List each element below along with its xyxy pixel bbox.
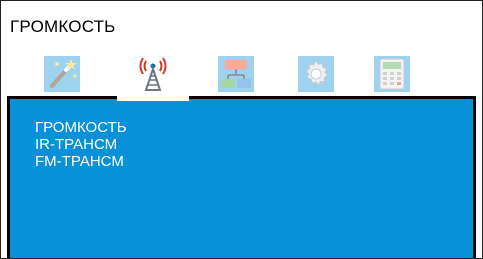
tab-transmitter[interactable] bbox=[117, 52, 189, 101]
menu-item-ir-transmitter[interactable]: IR-ТРАНСМ bbox=[35, 136, 127, 153]
menu-list: ГРОМКОСТЬ IR-ТРАНСМ FM-ТРАНСМ bbox=[35, 119, 127, 170]
content-panel: ГРОМКОСТЬ IR-ТРАНСМ FM-ТРАНСМ bbox=[7, 96, 476, 258]
settings-window: ГРОМКОСТЬ ГРОМКОСТЬ IR-ТРАНСМ FM-ТРАНСМ bbox=[0, 0, 483, 259]
magic-wand-icon bbox=[44, 56, 80, 92]
tab-calculator[interactable] bbox=[367, 52, 417, 96]
window-title: ГРОМКОСТЬ bbox=[10, 17, 116, 36]
calculator-icon bbox=[374, 56, 410, 92]
network-diagram-icon bbox=[218, 56, 254, 92]
tab-settings[interactable] bbox=[291, 52, 341, 96]
tab-network[interactable] bbox=[211, 52, 261, 96]
tab-wizard[interactable] bbox=[37, 52, 87, 96]
antenna-tower-icon bbox=[139, 57, 167, 91]
gear-icon bbox=[298, 56, 334, 92]
tab-bar bbox=[1, 52, 482, 101]
menu-item-fm-transmitter[interactable]: FM-ТРАНСМ bbox=[35, 153, 127, 170]
menu-item-volume[interactable]: ГРОМКОСТЬ bbox=[35, 119, 127, 136]
